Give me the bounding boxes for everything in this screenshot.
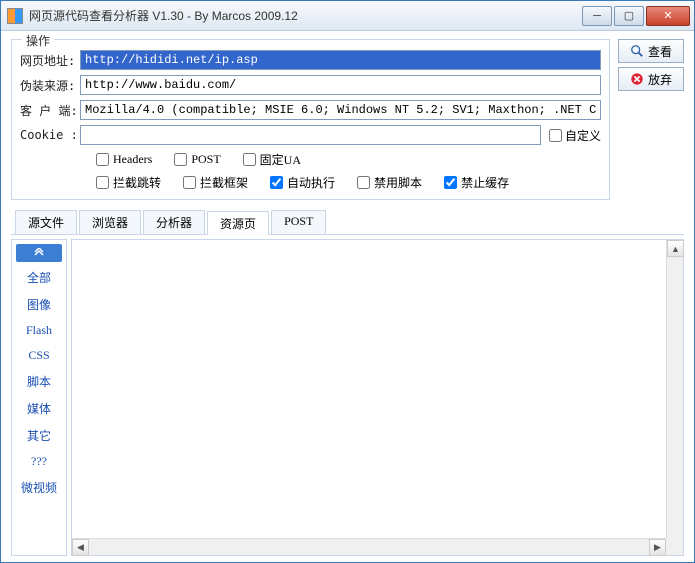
- sidebar-item-image[interactable]: 图像: [16, 293, 62, 316]
- custom-checkbox[interactable]: 自定义: [549, 127, 601, 144]
- scroll-right-arrow-icon[interactable]: ▶: [649, 539, 666, 556]
- sidebar-item-media[interactable]: 媒体: [16, 397, 62, 420]
- tab-source[interactable]: 源文件: [15, 210, 77, 234]
- post-checkbox[interactable]: POST: [174, 151, 220, 168]
- close-button[interactable]: ✕: [646, 6, 690, 26]
- minimize-button[interactable]: ─: [582, 6, 612, 26]
- view-button[interactable]: 查看: [618, 39, 684, 63]
- abort-button-label: 放弃: [648, 71, 672, 88]
- tab-resources[interactable]: 资源页: [207, 211, 269, 235]
- titlebar[interactable]: 网页源代码查看分析器 V1.30 - By Marcos 2009.12 ─ ▢…: [1, 1, 694, 31]
- tab-analyzer[interactable]: 分析器: [143, 210, 205, 234]
- operations-group: 操作 网页地址: 伪装来源: 客 户 端: Cookie :: [11, 39, 610, 200]
- sidebar-item-script[interactable]: 脚本: [16, 370, 62, 393]
- scroll-corner: [666, 538, 683, 555]
- client-input[interactable]: [80, 100, 601, 120]
- operations-legend: 操作: [22, 32, 54, 49]
- cancel-icon: [630, 72, 644, 86]
- vertical-scrollbar[interactable]: ▲: [666, 240, 683, 538]
- resource-sidebar: 全部 图像 Flash CSS 脚本 媒体 其它 ??? 微视频: [11, 239, 67, 556]
- tab-strip: 源文件 浏览器 分析器 资源页 POST: [11, 210, 684, 235]
- sidebar-item-other[interactable]: 其它: [16, 424, 62, 447]
- tab-browser[interactable]: 浏览器: [79, 210, 141, 234]
- scroll-left-arrow-icon[interactable]: ◀: [72, 539, 89, 556]
- magnifier-icon: [630, 44, 644, 58]
- url-input[interactable]: [80, 50, 601, 70]
- horizontal-scrollbar[interactable]: ◀ ▶: [72, 538, 666, 555]
- sidebar-item-unknown[interactable]: ???: [16, 451, 62, 472]
- tab-post[interactable]: POST: [271, 210, 326, 234]
- custom-checkbox-input[interactable]: [549, 129, 562, 142]
- disable-script-checkbox[interactable]: 禁用脚本: [357, 174, 422, 191]
- url-label: 网页地址:: [20, 52, 80, 69]
- abort-button[interactable]: 放弃: [618, 67, 684, 91]
- custom-checkbox-label: 自定义: [565, 127, 601, 144]
- window-title: 网页源代码查看分析器 V1.30 - By Marcos 2009.12: [29, 7, 582, 24]
- scroll-up-arrow-icon[interactable]: ▲: [667, 240, 684, 257]
- app-window: 网页源代码查看分析器 V1.30 - By Marcos 2009.12 ─ ▢…: [0, 0, 695, 563]
- app-icon: [7, 8, 23, 24]
- referer-input[interactable]: [80, 75, 601, 95]
- block-redirect-checkbox[interactable]: 拦截跳转: [96, 174, 161, 191]
- sidebar-item-flash[interactable]: Flash: [16, 320, 62, 341]
- view-button-label: 查看: [648, 43, 672, 60]
- maximize-button[interactable]: ▢: [614, 6, 644, 26]
- chevron-up-icon: [34, 248, 44, 258]
- block-frame-checkbox[interactable]: 拦截框架: [183, 174, 248, 191]
- sidebar-item-microvideo[interactable]: 微视频: [16, 476, 62, 499]
- disable-cache-checkbox[interactable]: 禁止缓存: [444, 174, 509, 191]
- client-label: 客 户 端:: [20, 102, 80, 119]
- headers-checkbox[interactable]: Headers: [96, 151, 152, 168]
- cookie-label: Cookie :: [20, 128, 80, 142]
- cookie-input[interactable]: [80, 125, 541, 145]
- client-area: 操作 网页地址: 伪装来源: 客 户 端: Cookie :: [1, 31, 694, 562]
- auto-exec-checkbox[interactable]: 自动执行: [270, 174, 335, 191]
- referer-label: 伪装来源:: [20, 77, 80, 94]
- sidebar-collapse-button[interactable]: [16, 244, 62, 262]
- fixed-ua-checkbox[interactable]: 固定UA: [243, 151, 301, 168]
- window-controls: ─ ▢ ✕: [582, 6, 694, 26]
- content-pane: ▲ ◀ ▶: [71, 239, 684, 556]
- sidebar-item-css[interactable]: CSS: [16, 345, 62, 366]
- sidebar-item-all[interactable]: 全部: [16, 266, 62, 289]
